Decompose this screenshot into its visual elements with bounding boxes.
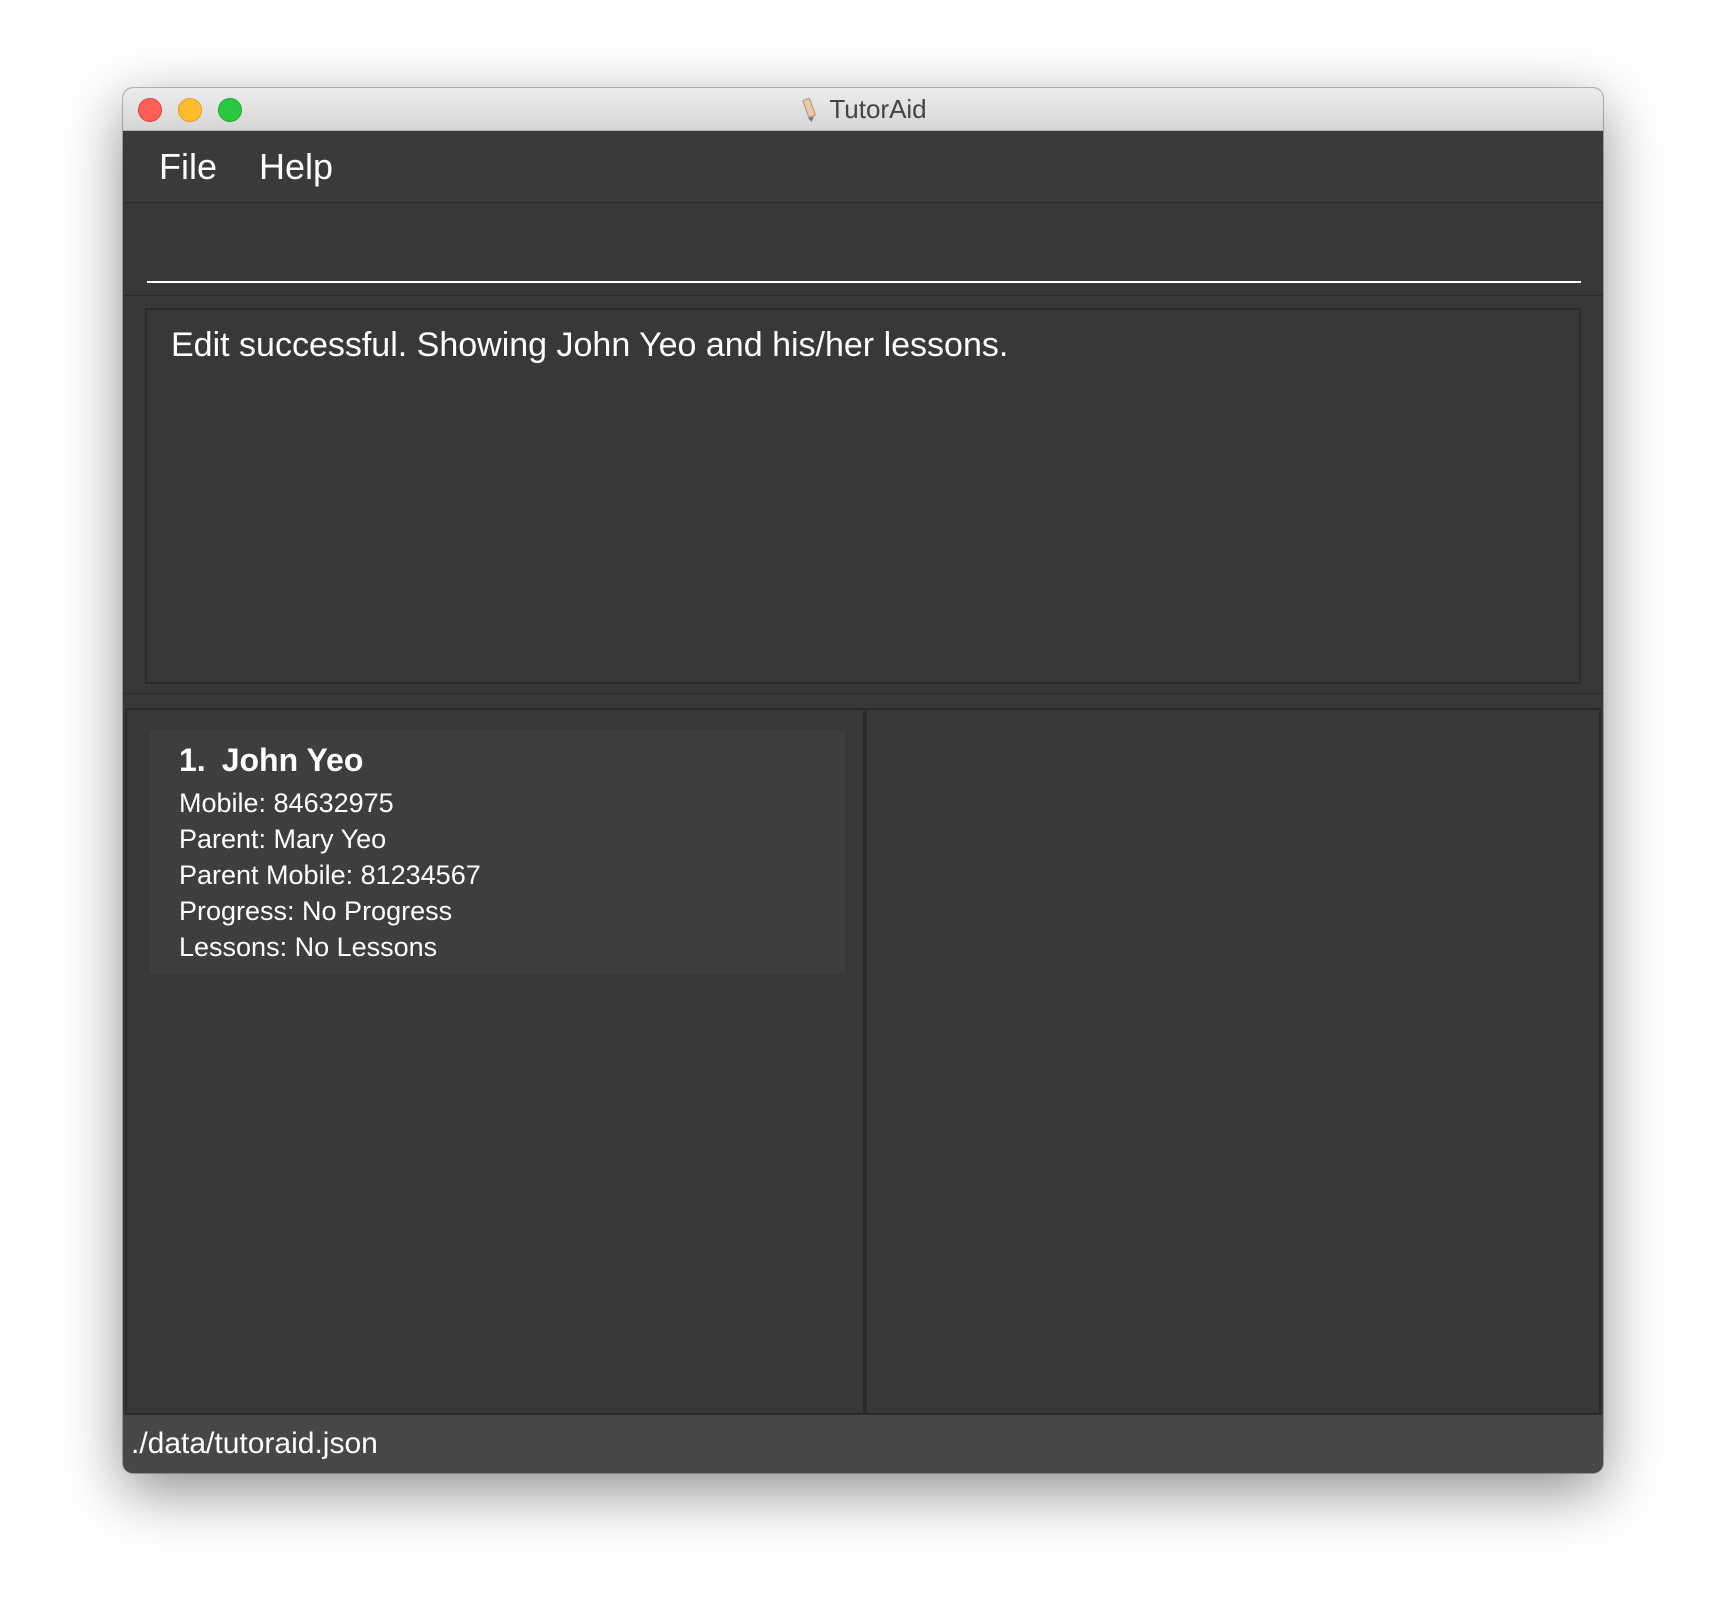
title-bar[interactable]: TutorAid bbox=[123, 88, 1603, 131]
student-list-panel[interactable]: 1. John Yeo Mobile: 84632975 Parent: Mar… bbox=[125, 708, 865, 1415]
student-parent-mobile: Parent Mobile: 81234567 bbox=[179, 860, 481, 890]
result-display[interactable]: Edit successful. Showing John Yeo and hi… bbox=[145, 308, 1581, 684]
student-index: 1. bbox=[179, 742, 206, 778]
app-window: TutorAid File Help Edit successful. Show… bbox=[123, 88, 1603, 1473]
student-mobile: Mobile: 84632975 bbox=[179, 788, 394, 818]
window-title: TutorAid bbox=[829, 94, 927, 124]
list-panels: 1. John Yeo Mobile: 84632975 Parent: Mar… bbox=[123, 708, 1603, 1415]
status-bar: ./data/tutoraid.json bbox=[123, 1415, 1603, 1473]
pencil-icon bbox=[802, 97, 817, 122]
menu-bar: File Help bbox=[123, 131, 1603, 203]
menu-help[interactable]: Help bbox=[259, 146, 333, 188]
student-name: John Yeo bbox=[221, 742, 364, 778]
lesson-list-panel[interactable] bbox=[865, 708, 1601, 1415]
student-parent: Parent: Mary Yeo bbox=[179, 824, 387, 854]
save-file-path: ./data/tutoraid.json bbox=[131, 1427, 378, 1460]
command-box-panel bbox=[123, 203, 1603, 296]
student-card[interactable]: 1. John Yeo Mobile: 84632975 Parent: Mar… bbox=[149, 730, 845, 974]
result-display-panel: Edit successful. Showing John Yeo and hi… bbox=[123, 296, 1603, 694]
result-message: Edit successful. Showing John Yeo and hi… bbox=[171, 326, 1009, 364]
student-progress: Progress: No Progress bbox=[179, 896, 453, 926]
window-title-group: TutorAid bbox=[123, 88, 1603, 131]
menu-file[interactable]: File bbox=[159, 146, 217, 188]
command-input[interactable] bbox=[147, 203, 1581, 283]
student-lessons: Lessons: No Lessons bbox=[179, 932, 438, 962]
student-card-title: 1. John Yeo bbox=[179, 742, 815, 779]
